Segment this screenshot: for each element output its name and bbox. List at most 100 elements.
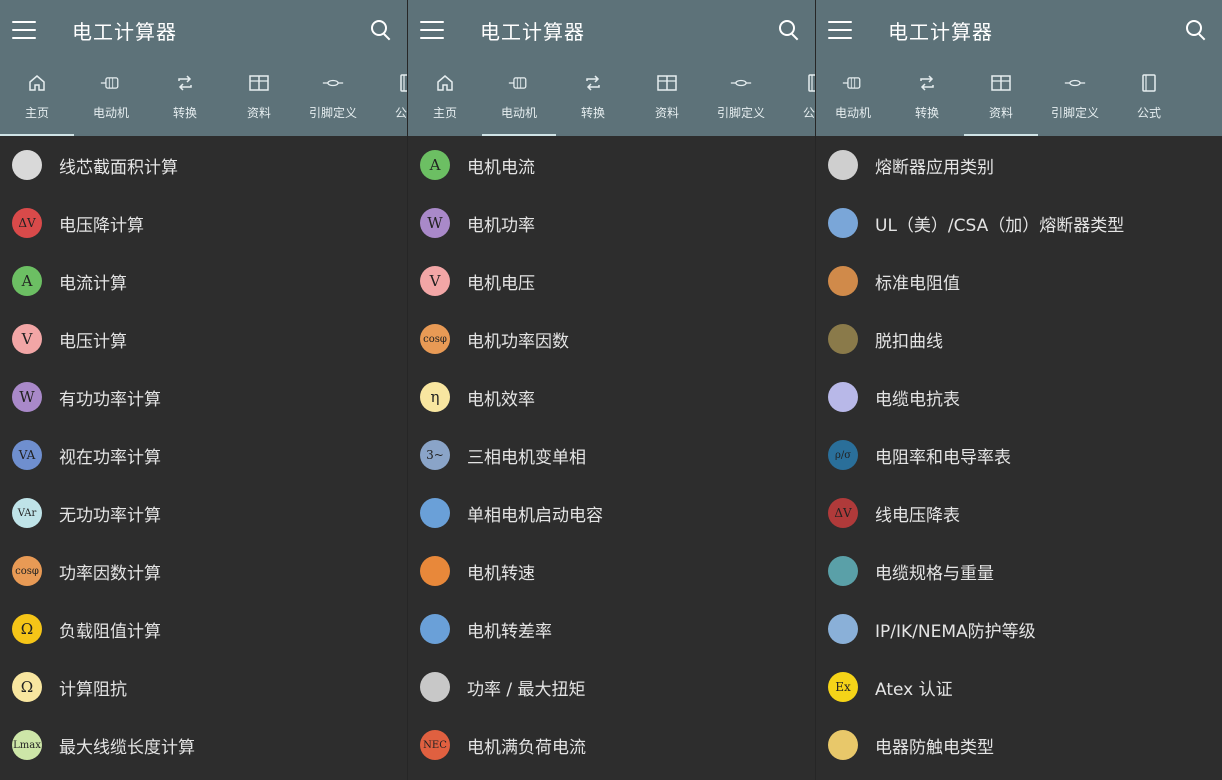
list-item[interactable]: 电缆规格与重量 bbox=[816, 542, 1222, 600]
tab-book[interactable]: 公式 bbox=[778, 60, 815, 136]
tab-repeat[interactable]: 转换 bbox=[556, 60, 630, 136]
list-item[interactable]: NEC 电机满负荷电流 bbox=[408, 716, 815, 774]
list-item-label: 无功功率计算 bbox=[59, 505, 161, 526]
list-item[interactable]: 3~ 三相电机变单相 bbox=[408, 426, 815, 484]
tab-label: 电动机 bbox=[500, 106, 537, 120]
list-item[interactable]: 单相电机启动电容 bbox=[408, 484, 815, 542]
rotation-icon bbox=[420, 556, 450, 586]
list-item[interactable]: W 有功功率计算 bbox=[0, 368, 407, 426]
list-item[interactable]: cosφ 功率因数计算 bbox=[0, 542, 407, 600]
list-item[interactable]: 熔断器应用类别 bbox=[816, 136, 1222, 194]
screens: 电工计算器主页 电动机 转换 资料 引脚定义 公式线芯截面积计算 ΔV 电压降计算 A 电流计算 V… bbox=[0, 0, 1222, 780]
tab-book[interactable]: 公式 bbox=[1112, 60, 1186, 136]
list-item[interactable]: A 电机电流 bbox=[408, 136, 815, 194]
tab-repeat[interactable]: 转换 bbox=[148, 60, 222, 136]
list-item[interactable]: 线芯截面积计算 bbox=[0, 136, 407, 194]
nec-icon: NEC bbox=[420, 730, 450, 760]
tab-label: 电动机 bbox=[92, 106, 129, 120]
list-item[interactable]: 电机转速 bbox=[408, 542, 815, 600]
menu-icon[interactable] bbox=[420, 21, 444, 39]
list-item[interactable]: 电器防触电类型 bbox=[816, 716, 1222, 774]
list-item[interactable]: 脱扣曲线 bbox=[816, 310, 1222, 368]
search-icon[interactable] bbox=[371, 20, 391, 41]
fuse-icon bbox=[828, 150, 858, 180]
connector-icon bbox=[1064, 72, 1086, 94]
tab-home[interactable]: 主页 bbox=[0, 60, 74, 136]
cable-reactance-icon bbox=[828, 382, 858, 412]
list-item[interactable]: VA 视在功率计算 bbox=[0, 426, 407, 484]
list-item-label: 电机功率因数 bbox=[467, 331, 569, 352]
calculator-list: 线芯截面积计算 ΔV 电压降计算 A 电流计算 V 电压计算 W 有功功率计算 VA 视在功率计算 V… bbox=[0, 136, 407, 774]
app-bar: 电工计算器 bbox=[0, 0, 407, 60]
list-item[interactable]: V 电机电压 bbox=[408, 252, 815, 310]
search-icon[interactable] bbox=[1186, 20, 1206, 41]
ohm-icon: Ω bbox=[12, 614, 42, 644]
list-item[interactable]: ΔV 电压降计算 bbox=[0, 194, 407, 252]
cable-weight-icon bbox=[828, 556, 858, 586]
tab-connector[interactable]: 引脚定义 bbox=[704, 60, 778, 136]
tab-book[interactable]: 公式 bbox=[370, 60, 407, 136]
list-item-label: 电机功率 bbox=[467, 215, 535, 236]
list-item[interactable]: IP/IK/NEMA防护等级 bbox=[816, 600, 1222, 658]
list-item-label: 熔断器应用类别 bbox=[875, 157, 994, 178]
tab-label: 主页 bbox=[432, 106, 457, 120]
tab-motor[interactable]: 电动机 bbox=[482, 60, 556, 136]
list-item[interactable]: VAr 无功功率计算 bbox=[0, 484, 407, 542]
volt-icon: V bbox=[420, 266, 450, 296]
app-bar: 电工计算器 bbox=[816, 0, 1222, 60]
list-item-label: 电机满负荷电流 bbox=[467, 737, 586, 758]
list-item[interactable]: UL（美）/CSA（加）熔断器类型 bbox=[816, 194, 1222, 252]
tab-connector[interactable]: 引脚定义 bbox=[296, 60, 370, 136]
list-item-label: IP/IK/NEMA防护等级 bbox=[875, 621, 1036, 642]
app-bar: 电工计算器 bbox=[408, 0, 815, 60]
list-item-label: 电缆电抗表 bbox=[875, 389, 960, 410]
list-item[interactable]: Ω 负载阻值计算 bbox=[0, 600, 407, 658]
repeat-icon bbox=[916, 72, 938, 94]
tab-table[interactable]: 资料 bbox=[222, 60, 296, 136]
list-item[interactable]: W 电机功率 bbox=[408, 194, 815, 252]
list-item[interactable]: A 电流计算 bbox=[0, 252, 407, 310]
list-item-label: 电压降计算 bbox=[59, 215, 144, 236]
list-item-label: 电压计算 bbox=[59, 331, 127, 352]
tab-motor[interactable]: 电动机 bbox=[74, 60, 148, 136]
tab-label: 电动机 bbox=[834, 106, 871, 120]
cos-phi-icon: cosφ bbox=[12, 556, 42, 586]
line-voltage-drop-icon: ΔV bbox=[828, 498, 858, 528]
list-item[interactable]: Lmax 最大线缆长度计算 bbox=[0, 716, 407, 774]
calculator-list: A 电机电流 W 电机功率 V 电机电压 cosφ 电机功率因数 η 电机效率 3~ 三相电机变单相单… bbox=[408, 136, 815, 774]
list-item[interactable]: 标准电阻值 bbox=[816, 252, 1222, 310]
tab-bar: 电动机 转换 资料 引脚定义 公式 bbox=[816, 60, 1222, 136]
list-item[interactable]: η 电机效率 bbox=[408, 368, 815, 426]
menu-icon[interactable] bbox=[828, 21, 852, 39]
list-item-label: 视在功率计算 bbox=[59, 447, 161, 468]
va-icon: VA bbox=[12, 440, 42, 470]
tab-label: 引脚定义 bbox=[716, 106, 765, 120]
tab-repeat[interactable]: 转换 bbox=[890, 60, 964, 136]
list-item[interactable]: V 电压计算 bbox=[0, 310, 407, 368]
list-item[interactable]: 电机转差率 bbox=[408, 600, 815, 658]
watt-icon: W bbox=[420, 208, 450, 238]
tab-connector[interactable]: 引脚定义 bbox=[1038, 60, 1112, 136]
list-item[interactable]: Ex Atex 认证 bbox=[816, 658, 1222, 716]
list-item-label: 电阻率和电导率表 bbox=[875, 447, 1011, 468]
menu-icon[interactable] bbox=[12, 21, 36, 39]
trip-curve-icon bbox=[828, 324, 858, 354]
tab-motor[interactable]: 电动机 bbox=[816, 60, 890, 136]
list-item[interactable]: 功率 / 最大扭矩 bbox=[408, 658, 815, 716]
connector-icon bbox=[322, 72, 344, 94]
list-item[interactable]: Ω 计算阻抗 bbox=[0, 658, 407, 716]
list-item[interactable]: 电缆电抗表 bbox=[816, 368, 1222, 426]
tab-table[interactable]: 资料 bbox=[630, 60, 704, 136]
search-icon[interactable] bbox=[779, 20, 799, 41]
tab-table[interactable]: 资料 bbox=[964, 60, 1038, 136]
tab-home[interactable]: 主页 bbox=[408, 60, 482, 136]
list-item[interactable]: cosφ 电机功率因数 bbox=[408, 310, 815, 368]
list-item[interactable]: ΔV 线电压降表 bbox=[816, 484, 1222, 542]
fuse-type-icon bbox=[828, 208, 858, 238]
tab-label: 转换 bbox=[580, 106, 605, 120]
list-item[interactable]: ρ/σ 电阻率和电导率表 bbox=[816, 426, 1222, 484]
home-icon bbox=[26, 72, 48, 94]
list-item-label: 线芯截面积计算 bbox=[59, 157, 178, 178]
screen-panel: 电工计算器电动机 转换 资料 引脚定义 公式熔断器应用类别 UL（美）/CSA（加）熔断器… bbox=[816, 0, 1222, 780]
ampere-icon: A bbox=[12, 266, 42, 296]
